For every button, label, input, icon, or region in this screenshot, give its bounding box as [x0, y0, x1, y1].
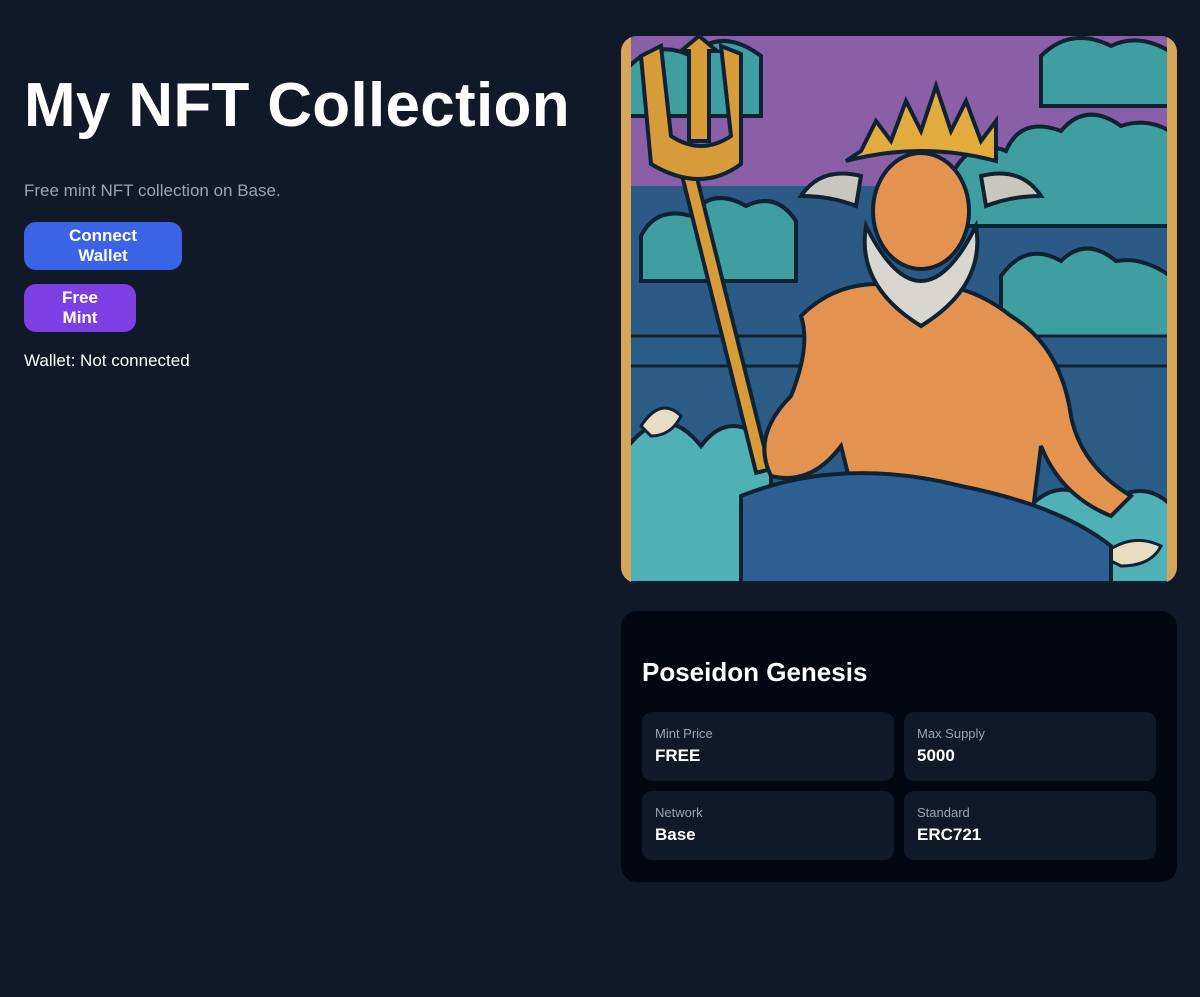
page: My NFT Collection Free mint NFT collecti… — [0, 0, 1200, 997]
stat-standard: Standard ERC721 — [904, 791, 1156, 860]
stat-value: 5000 — [917, 746, 955, 765]
stat-label: Max Supply — [917, 726, 985, 741]
connect-wallet-button[interactable]: Connect Wallet — [24, 222, 182, 270]
nft-image — [621, 36, 1177, 583]
stat-value: Base — [655, 825, 696, 844]
stat-label: Network — [655, 805, 703, 820]
stat-value: ERC721 — [917, 825, 982, 844]
stat-mint-price: Mint Price FREE — [642, 712, 894, 781]
stat-value: FREE — [655, 746, 701, 765]
page-subtitle: Free mint NFT collection on Base. — [24, 181, 281, 200]
wallet-status: Wallet: Not connected — [24, 351, 190, 370]
poseidon-artwork — [621, 36, 1177, 583]
stat-network: Network Base — [642, 791, 894, 860]
page-title: My NFT Collection — [24, 71, 570, 140]
free-mint-button[interactable]: Free Mint — [24, 284, 136, 332]
stat-label: Standard — [917, 805, 970, 820]
collection-info-card: Poseidon Genesis Mint Price FREE Max Sup… — [621, 611, 1177, 882]
collection-name: Poseidon Genesis — [642, 657, 868, 687]
stat-label: Mint Price — [655, 726, 713, 741]
stat-max-supply: Max Supply 5000 — [904, 712, 1156, 781]
nft-panel: Poseidon Genesis Mint Price FREE Max Sup… — [621, 36, 1177, 882]
